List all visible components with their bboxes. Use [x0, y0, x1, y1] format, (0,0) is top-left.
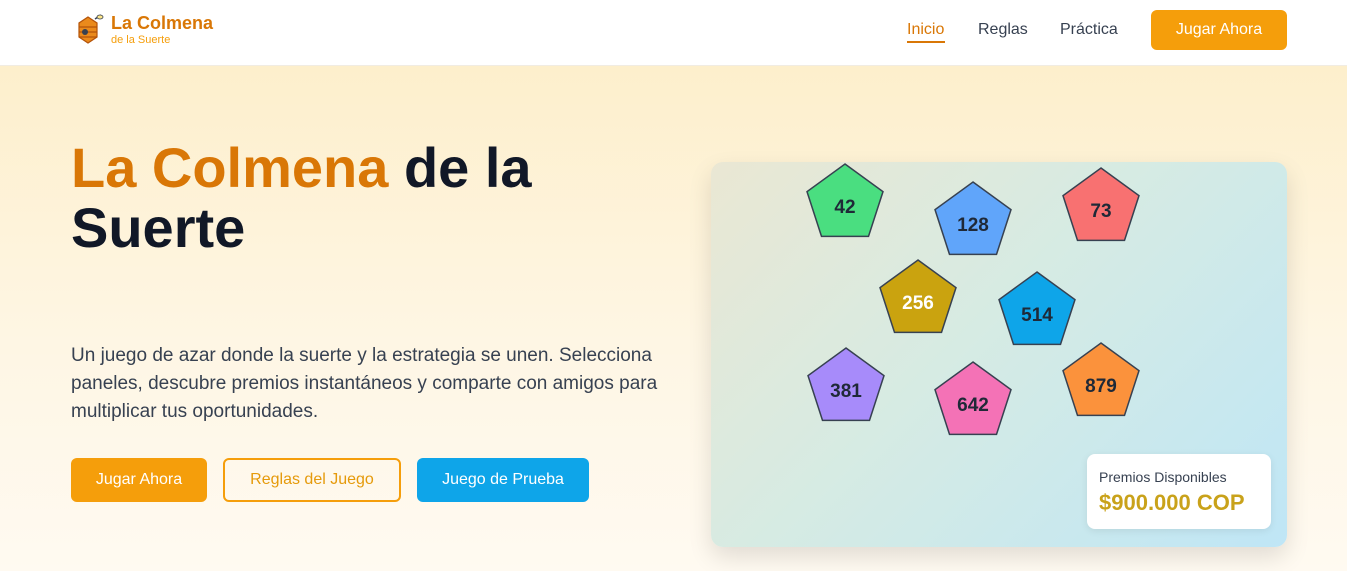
panel-879[interactable]: 879 — [1062, 342, 1140, 417]
panel-number: 642 — [957, 395, 989, 416]
game-rules-button[interactable]: Reglas del Juego — [223, 458, 401, 502]
prize-label: Premios Disponibles — [1099, 469, 1227, 485]
game-board-card: 42 128 73 256 514 381 642 879 Premios Disponibl… — [711, 162, 1287, 547]
brand-title: La Colmena — [111, 13, 214, 33]
panel-128[interactable]: 128 — [934, 181, 1012, 256]
nav-link-inicio[interactable]: Inicio — [907, 20, 944, 40]
panel-514[interactable]: 514 — [998, 271, 1076, 346]
nav-link-reglas[interactable]: Reglas — [978, 20, 1028, 40]
nav-play-button[interactable]: Jugar Ahora — [1151, 10, 1287, 50]
brand-subtitle: de la Suerte — [111, 34, 171, 46]
brand-logo[interactable]: La Colmena de la Suerte — [71, 13, 213, 47]
panel-number: 381 — [830, 381, 862, 402]
prize-box: Premios Disponibles $900.000 COP — [1087, 454, 1271, 529]
hero-title-accent: La Colmena — [71, 136, 389, 199]
hero-title: La Colmena de la Suerte — [71, 138, 671, 258]
nav-link-practica[interactable]: Práctica — [1060, 20, 1118, 40]
hero-description: Un juego de azar donde la suerte y la es… — [71, 345, 658, 422]
panel-number: 128 — [957, 215, 989, 236]
panel-number: 73 — [1090, 201, 1111, 222]
navbar: La Colmena de la Suerte Inicio Reglas Pr… — [0, 0, 1347, 66]
active-nav-indicator — [907, 41, 945, 43]
play-now-button[interactable]: Jugar Ahora — [71, 458, 207, 502]
panel-number: 256 — [902, 293, 934, 314]
panel-381[interactable]: 381 — [807, 347, 885, 422]
panel-number: 514 — [1021, 305, 1053, 326]
panel-256[interactable]: 256 — [879, 259, 957, 334]
practice-game-button[interactable]: Juego de Prueba — [417, 458, 589, 502]
panel-73[interactable]: 73 — [1062, 167, 1140, 242]
panel-number: 42 — [834, 197, 855, 218]
panel-number: 879 — [1085, 376, 1117, 397]
panel-42[interactable]: 42 — [806, 163, 884, 238]
prize-value: $900.000 COP — [1099, 490, 1245, 515]
beehive-icon — [78, 14, 104, 44]
panel-642[interactable]: 642 — [934, 361, 1012, 436]
